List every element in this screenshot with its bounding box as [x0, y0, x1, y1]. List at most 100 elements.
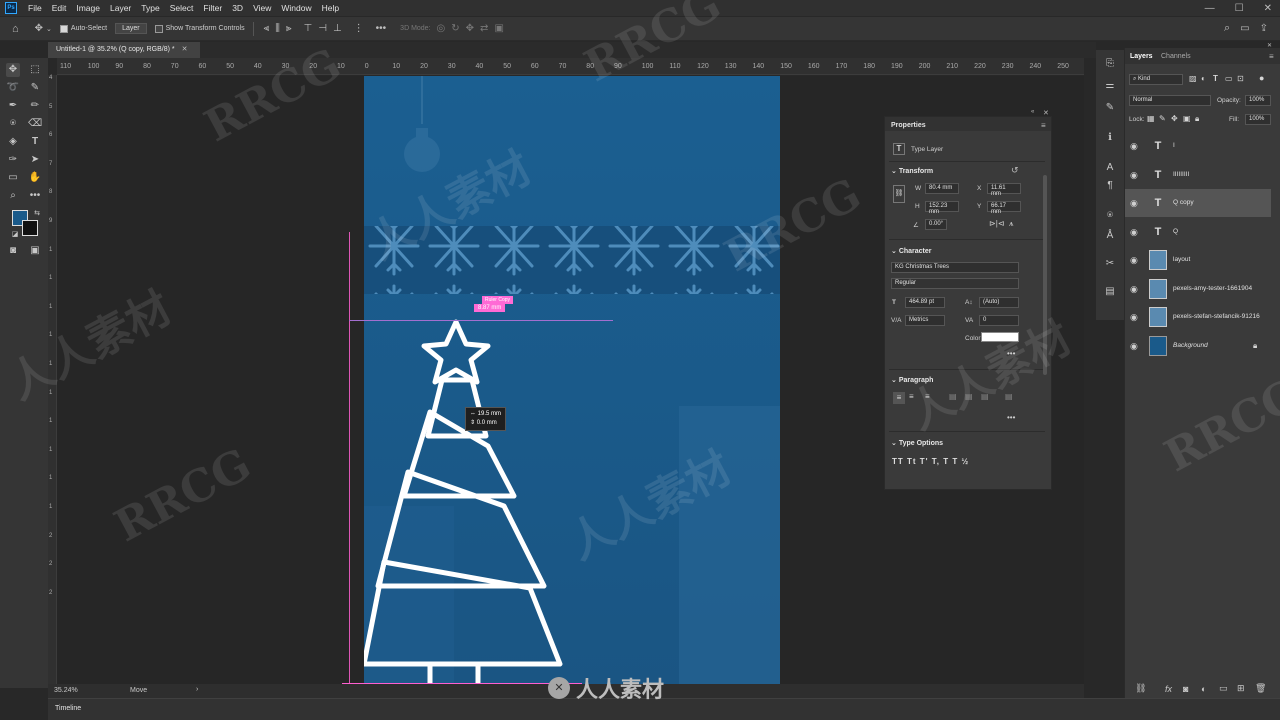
link-layers-icon[interactable]: ⛓: [1135, 683, 1146, 694]
3d-slide-icon[interactable]: ⇄: [480, 23, 488, 34]
tab-channels[interactable]: Channels: [1161, 53, 1191, 60]
layer-filter-dropdown[interactable]: ⌕ Kind: [1129, 74, 1183, 85]
more-character-icon[interactable]: •••: [1007, 349, 1015, 358]
show-transform-controls-checkbox[interactable]: Show Transform Controls: [154, 24, 245, 33]
menu-filter[interactable]: Filter: [198, 3, 227, 13]
move-tool-icon[interactable]: ✥: [35, 23, 43, 34]
align-middle-icon[interactable]: ⊣: [318, 23, 327, 34]
tools-preset-icon[interactable]: ✂: [1103, 258, 1117, 272]
menu-layer[interactable]: Layer: [105, 3, 136, 13]
text-color-swatch[interactable]: [981, 332, 1019, 342]
eraser-tool[interactable]: ⌫: [28, 117, 42, 131]
visibility-eye-icon[interactable]: ◉: [1130, 284, 1138, 295]
menu-file[interactable]: File: [23, 3, 47, 13]
layer-row[interactable]: ◉ pexels-stefan-stefancik-91216: [1125, 303, 1271, 331]
path-select-tool[interactable]: ➤: [28, 153, 42, 167]
panel-menu-icon[interactable]: ≡: [1041, 121, 1046, 130]
gradient-tool[interactable]: ◈: [6, 135, 20, 149]
3d-scale-icon[interactable]: ▣: [494, 23, 503, 34]
visibility-eye-icon[interactable]: ◉: [1130, 170, 1138, 181]
kerning-field[interactable]: Metrics: [905, 315, 945, 326]
properties-title[interactable]: Properties: [891, 122, 926, 129]
visibility-eye-icon[interactable]: ◉: [1130, 227, 1138, 238]
layer-row[interactable]: ◉ T Q: [1125, 218, 1271, 246]
tracking-field[interactable]: 0: [979, 315, 1019, 326]
filter-type-icon[interactable]: T: [1213, 74, 1218, 83]
paragraph-icon[interactable]: ¶: [1103, 180, 1117, 194]
menu-select[interactable]: Select: [165, 3, 199, 13]
adjustment-layer-icon[interactable]: ◐: [1201, 684, 1206, 694]
default-colors-icon[interactable]: ◪: [8, 228, 22, 242]
font-style-dropdown[interactable]: Regular: [891, 278, 1019, 289]
menu-window[interactable]: Window: [276, 3, 316, 13]
tab-layers[interactable]: Layers: [1130, 53, 1153, 60]
menu-view[interactable]: View: [248, 3, 276, 13]
character-section-title[interactable]: ⌄ Character: [891, 247, 932, 255]
marquee-tool[interactable]: ⬚: [28, 63, 42, 77]
justify-right-icon[interactable]: ▤: [981, 392, 989, 401]
visibility-eye-icon[interactable]: ◉: [1130, 255, 1138, 266]
hand-tool[interactable]: ✋: [28, 171, 42, 185]
visibility-eye-icon[interactable]: ◉: [1130, 198, 1138, 209]
libraries-icon[interactable]: ▤: [1103, 286, 1117, 300]
more-tools-icon[interactable]: •••: [28, 189, 42, 203]
zoom-level[interactable]: 35.24%: [54, 687, 78, 694]
auto-select-checkbox[interactable]: Auto-Select: [59, 24, 107, 33]
lasso-tool[interactable]: ➰: [6, 81, 20, 95]
type-options-section-title[interactable]: ⌄ Type Options: [891, 439, 943, 447]
panel-scrollbar[interactable]: [1043, 175, 1047, 375]
close-tab-icon[interactable]: ✕: [182, 46, 188, 53]
swap-colors-icon[interactable]: ⇆: [30, 207, 44, 221]
status-chevron-icon[interactable]: ›: [196, 686, 198, 693]
add-mask-icon[interactable]: ◙: [1183, 684, 1188, 694]
type-options-glyphs[interactable]: TT Tt T' T, T T ½: [892, 457, 969, 466]
document-canvas[interactable]: [364, 76, 780, 684]
visibility-eye-icon[interactable]: ◉: [1130, 141, 1138, 152]
document-tab[interactable]: Untitled-1 @ 35.2% (Q copy, RGB/8) * ✕: [48, 42, 200, 58]
align-text-left-icon[interactable]: ≡: [893, 392, 905, 404]
width-field[interactable]: 80.4 mm: [925, 183, 959, 194]
menu-3d[interactable]: 3D: [227, 3, 248, 13]
align-top-icon[interactable]: ⊤: [304, 23, 313, 34]
lock-position-icon[interactable]: ✥: [1171, 114, 1178, 123]
justify-left-icon[interactable]: ▤: [949, 392, 957, 401]
align-text-center-icon[interactable]: ≡: [909, 392, 914, 401]
pen-tool[interactable]: ✑: [6, 153, 20, 167]
filter-shape-icon[interactable]: ▭: [1225, 74, 1233, 83]
screen-mode-icon[interactable]: ▣: [28, 244, 42, 258]
layer-row[interactable]: ◉ T IIIIIIIII: [1125, 161, 1271, 189]
character-icon[interactable]: A: [1103, 162, 1117, 176]
font-size-field[interactable]: 464.89 pt: [905, 297, 945, 308]
filter-toggle-icon[interactable]: ●: [1259, 73, 1264, 83]
x-field[interactable]: 11.61 mm: [987, 183, 1021, 197]
type-tool[interactable]: T: [28, 135, 42, 149]
justify-center-icon[interactable]: ▤: [965, 392, 973, 401]
info-icon[interactable]: ℹ: [1103, 132, 1117, 146]
menu-image[interactable]: Image: [71, 3, 105, 13]
visibility-eye-icon[interactable]: ◉: [1130, 312, 1138, 323]
brush-settings-icon[interactable]: ✎: [1103, 102, 1117, 116]
layer-row[interactable]: ◉ layout: [1125, 246, 1271, 274]
maximize-icon[interactable]: ☐: [1235, 3, 1244, 14]
layer-style-icon[interactable]: fx: [1165, 684, 1172, 694]
layer-row[interactable]: ◉ T Q copy: [1125, 189, 1271, 217]
paragraph-section-title[interactable]: ⌄ Paragraph: [891, 376, 933, 384]
lock-artboard-icon[interactable]: ▣: [1183, 114, 1191, 123]
link-dimensions-icon[interactable]: ⛓: [893, 185, 905, 203]
rectangle-tool[interactable]: ▭: [6, 171, 20, 185]
history-icon[interactable]: ⎘: [1103, 58, 1117, 72]
menu-edit[interactable]: Edit: [47, 3, 72, 13]
close-icon[interactable]: ✕: [1264, 3, 1272, 14]
fill-field[interactable]: 100%: [1245, 114, 1271, 125]
home-icon[interactable]: ⌂: [12, 23, 19, 35]
align-left-icon[interactable]: ⫷: [264, 23, 270, 34]
reset-transform-icon[interactable]: ↺: [1011, 165, 1019, 176]
properties-close-icon[interactable]: ✕: [1043, 109, 1049, 117]
menu-help[interactable]: Help: [317, 3, 344, 13]
filter-smart-icon[interactable]: ⊡: [1237, 74, 1244, 83]
brush-tool[interactable]: ✏: [28, 99, 42, 113]
leading-field[interactable]: (Auto): [979, 297, 1019, 308]
new-group-icon[interactable]: ▭: [1219, 683, 1228, 694]
font-family-dropdown[interactable]: KG Christmas Trees: [891, 262, 1019, 273]
background-color-swatch[interactable]: [22, 220, 38, 236]
